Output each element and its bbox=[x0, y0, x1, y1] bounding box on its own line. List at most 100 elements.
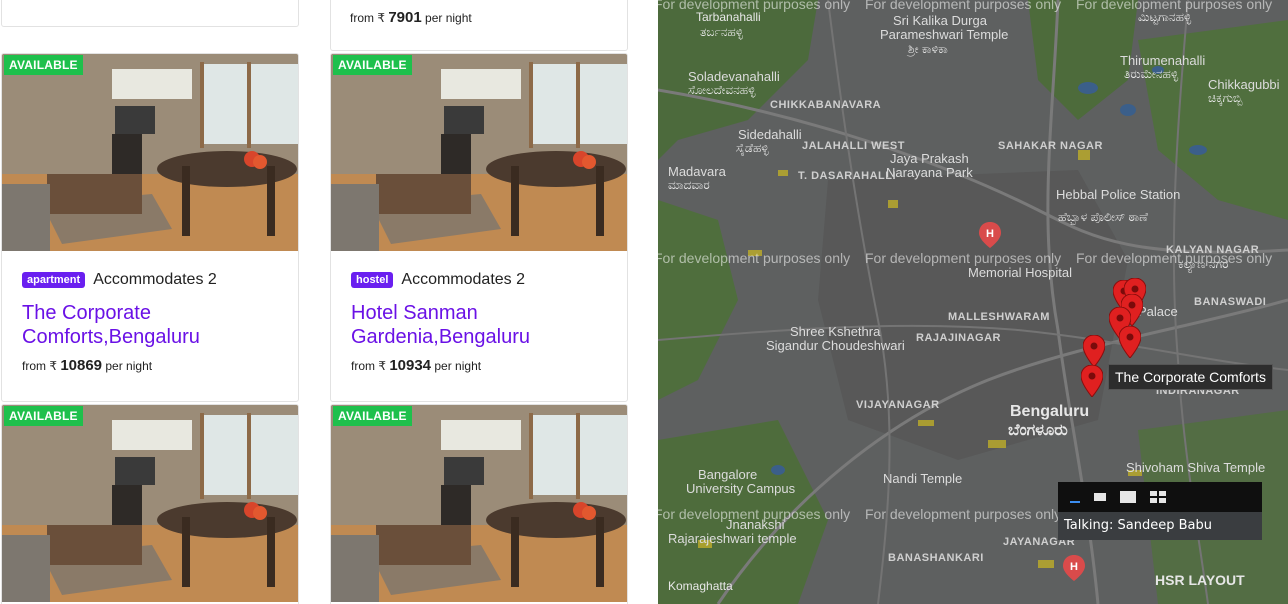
call-overlay[interactable]: Talking: Sandeep Babu bbox=[1058, 482, 1262, 540]
map-label: Shivoham Shiva Temple bbox=[1126, 460, 1266, 475]
talking-indicator: Talking: Sandeep Babu bbox=[1058, 512, 1262, 540]
listing-photo[interactable]: AVAILABLE bbox=[2, 405, 298, 602]
hospital-icon[interactable]: H bbox=[979, 222, 1001, 248]
marker-tooltip: The Corporate Comforts bbox=[1108, 364, 1273, 390]
listing-card[interactable]: AVAILABLE hostel Accommodates 2 Hotel Sa… bbox=[330, 53, 628, 402]
price-suffix: per night bbox=[105, 359, 153, 373]
listing-marker-pin[interactable] bbox=[1081, 365, 1103, 397]
map-label: CHIKKABANAVARA bbox=[770, 99, 882, 111]
map-label: ಹೆಬ್ಬಾಳ ಪೊಲೀಸ್ ಠಾಣೆ bbox=[1058, 210, 1148, 224]
listing-price: from ₹ 7901 per night bbox=[350, 9, 472, 26]
map-label: Memorial Hospital bbox=[968, 265, 1073, 280]
map-label: Sigandur Choudeshwari bbox=[766, 338, 905, 353]
listing-card[interactable]: AVAILABLE bbox=[330, 404, 628, 604]
map-label: Tarbanahalli bbox=[696, 10, 761, 24]
map-label: ತರ್ಬನಹಳ್ಳಿ bbox=[700, 25, 743, 39]
map-label: Jaya Prakash bbox=[890, 151, 969, 166]
map-label: HSR LAYOUT bbox=[1155, 572, 1245, 588]
small-layout-icon[interactable] bbox=[1094, 493, 1106, 501]
map[interactable]: For development purposes only For develo… bbox=[658, 0, 1288, 604]
map-label: ತಿರುಮೇನಹಳ್ಳಿ bbox=[1124, 67, 1179, 81]
map-label: ಸೈಡೆಹಳ್ಳಿ bbox=[736, 141, 769, 155]
type-badge: apartment bbox=[22, 272, 86, 288]
available-badge: AVAILABLE bbox=[4, 55, 83, 75]
map-label: Madavara bbox=[668, 164, 726, 179]
dev-watermark: For development purposes only bbox=[658, 250, 851, 266]
map-label: Jnanakshi bbox=[726, 517, 785, 532]
listing-results: from ₹ 7901 per night AVAILABLE apartmen… bbox=[0, 0, 658, 604]
map-label: Rajarajeshwari temple bbox=[668, 531, 797, 546]
room-image bbox=[331, 54, 627, 251]
map-label: Thirumenahalli bbox=[1120, 53, 1206, 68]
map-label: ಕಲ್ಯಾಣ ನಗರ bbox=[1178, 257, 1229, 271]
map-label: Parameshwari Temple bbox=[880, 27, 1009, 42]
available-badge: AVAILABLE bbox=[333, 406, 412, 426]
map-label: MALLESHWARAM bbox=[948, 311, 1050, 323]
map-label: ಶ್ರೀ ಕಾಳಿಕಾ bbox=[908, 42, 948, 56]
listing-meta: apartment Accommodates 2 bbox=[22, 271, 278, 289]
room-image bbox=[2, 54, 298, 251]
call-layout-controls bbox=[1058, 482, 1262, 512]
available-badge: AVAILABLE bbox=[333, 55, 412, 75]
dev-watermark: For development purposes only bbox=[865, 250, 1062, 266]
map-label: ಸೋಲದೇವನಹಳ್ಳಿ bbox=[688, 83, 756, 97]
svg-text:H: H bbox=[986, 228, 994, 240]
accommodates-text: Accommodates 2 bbox=[93, 271, 217, 288]
map-label: Bangalore bbox=[698, 467, 758, 482]
price-amount: 7901 bbox=[388, 9, 422, 26]
accommodates-text: Accommodates 2 bbox=[401, 271, 526, 288]
available-badge: AVAILABLE bbox=[4, 406, 83, 426]
map-label: ಚಿಕ್ಕಗುಬ್ಬಿ bbox=[1208, 91, 1243, 105]
map-label: BANASWADI bbox=[1194, 296, 1267, 308]
dev-watermark: For development purposes only bbox=[865, 506, 1062, 522]
map-label: RAJAJINAGAR bbox=[916, 332, 1001, 344]
listing-card[interactable]: AVAILABLE bbox=[1, 404, 299, 604]
large-layout-icon[interactable] bbox=[1120, 491, 1136, 503]
price-prefix: from ₹ bbox=[22, 359, 57, 373]
listing-meta: hostel Accommodates 2 bbox=[351, 271, 607, 289]
listing-photo[interactable]: AVAILABLE bbox=[2, 54, 298, 251]
svg-text:H: H bbox=[1070, 561, 1078, 573]
listing-card-partial[interactable] bbox=[1, 0, 299, 27]
map-label: Sidedahalli bbox=[738, 127, 802, 142]
map-label: Chikkagubbi bbox=[1208, 77, 1280, 92]
price-suffix: per night bbox=[434, 359, 482, 373]
price-amount: 10869 bbox=[60, 357, 103, 374]
listing-price: from ₹ 10934 per night bbox=[351, 357, 607, 374]
map-label-city: Bengaluru bbox=[1010, 403, 1090, 420]
listing-photo[interactable]: AVAILABLE bbox=[331, 54, 627, 251]
listing-title-link[interactable]: Hotel Sanman Gardenia,Bengaluru bbox=[351, 301, 607, 349]
grid-layout-icon[interactable] bbox=[1150, 491, 1166, 503]
listing-title-link[interactable]: The Corporate Comforts,Bengaluru bbox=[22, 301, 278, 349]
price-suffix: per night bbox=[425, 11, 472, 25]
listing-photo[interactable]: AVAILABLE bbox=[331, 405, 627, 602]
map-label: KALYAN NAGAR bbox=[1166, 244, 1260, 256]
listing-marker-pin[interactable] bbox=[1083, 335, 1105, 367]
dev-watermark: For development purposes only bbox=[865, 0, 1062, 12]
minimize-layout-icon[interactable] bbox=[1070, 501, 1080, 503]
listing-body: apartment Accommodates 2 The Corporate C… bbox=[2, 251, 298, 386]
map-label: Komaghatta bbox=[668, 579, 733, 593]
price-prefix: from ₹ bbox=[351, 359, 386, 373]
map-label: Hebbal Police Station bbox=[1056, 187, 1181, 202]
hospital-icon[interactable]: H bbox=[1063, 555, 1085, 581]
price-amount: 10934 bbox=[389, 357, 432, 374]
map-label: Soladevanahalli bbox=[688, 69, 780, 84]
listing-marker-pin[interactable] bbox=[1119, 326, 1141, 358]
map-label: SAHAKAR NAGAR bbox=[998, 140, 1103, 152]
map-label: BANASHANKARI bbox=[888, 552, 984, 564]
listing-card[interactable]: AVAILABLE apartment Accommodates 2 The C… bbox=[1, 53, 299, 402]
map-label: Nandi Temple bbox=[883, 471, 963, 486]
map-label: ಮಿಟ್ಟಗಾನಹಳ್ಳಿ bbox=[1138, 10, 1192, 24]
map-label-city: ಬೆಂಗಳೂರು bbox=[1008, 422, 1068, 439]
map-label: University Campus bbox=[686, 481, 796, 496]
map-label: Shree Kshethra bbox=[790, 324, 881, 339]
price-prefix: from ₹ bbox=[350, 11, 385, 25]
type-badge: hostel bbox=[351, 272, 394, 288]
map-label: T. DASARAHALLI bbox=[798, 170, 897, 182]
listing-price: from ₹ 10869 per night bbox=[22, 357, 278, 374]
room-image bbox=[2, 405, 298, 602]
map-label: Narayana Park bbox=[886, 165, 973, 180]
page: from ₹ 7901 per night AVAILABLE apartmen… bbox=[0, 0, 1288, 604]
map-label: VIJAYANAGAR bbox=[856, 399, 940, 411]
